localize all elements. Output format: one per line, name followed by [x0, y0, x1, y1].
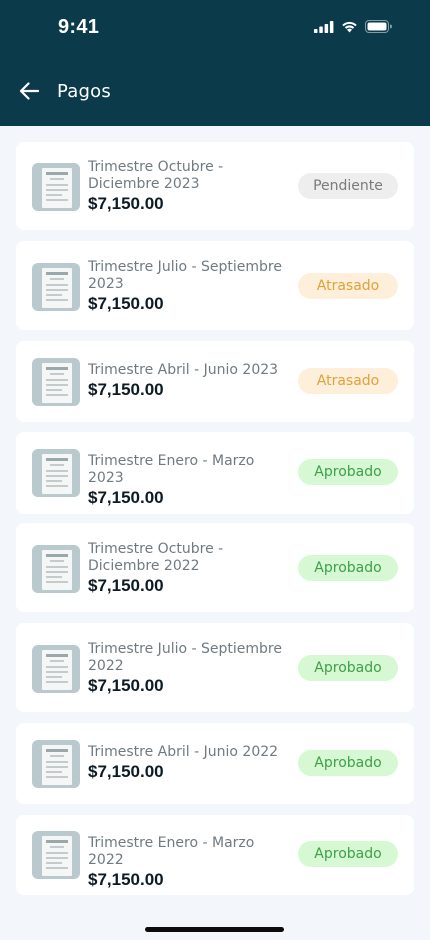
receipt-thumbnail-icon	[32, 263, 80, 311]
payment-amount: $7,150.00	[88, 380, 164, 399]
payment-card[interactable]: Trimestre Enero - Marzo 2023 $7,150.00 Apr…	[16, 432, 414, 514]
battery-icon	[365, 20, 392, 33]
payment-amount: $7,150.00	[88, 870, 164, 889]
nav-bar: Pagos	[18, 76, 412, 106]
receipt-thumbnail-icon	[32, 740, 80, 788]
payment-card[interactable]: Trimestre Enero - Marzo 2022 $7,150.00 Apr…	[16, 815, 414, 895]
status-badge: Atrasado	[298, 273, 398, 299]
payment-card[interactable]: Trimestre Octubre - Diciembre 2022 $7,150…	[16, 523, 414, 612]
payment-amount: $7,150.00	[88, 676, 164, 695]
payment-info: Trimestre Octubre - Diciembre 2023 $7,150…	[88, 159, 293, 214]
payment-period: Trimestre Abril - Junio 2022	[88, 744, 279, 760]
payment-info: Trimestre Enero - Marzo 2022 $7,150.00	[88, 835, 293, 890]
payment-info: Trimestre Julio - Septiembre 2023 $7,150.…	[88, 259, 293, 314]
payment-card[interactable]: Trimestre Abril - Junio 2022 $7,150.00 Apr…	[16, 723, 414, 804]
app-header: 9:41 Pagos	[0, 0, 430, 126]
back-button[interactable]	[18, 80, 40, 102]
status-badge: Atrasado	[298, 368, 398, 394]
receipt-thumbnail-icon	[32, 831, 80, 879]
payment-amount: $7,150.00	[88, 488, 164, 507]
payment-period: Trimestre Enero - Marzo 2023	[88, 453, 255, 486]
receipt-thumbnail-icon	[32, 163, 80, 211]
payment-amount: $7,150.00	[88, 762, 164, 781]
status-badge: Aprobado	[298, 655, 398, 681]
payment-period: Trimestre Julio - Septiembre 2023	[88, 259, 282, 292]
cellular-signal-icon	[314, 20, 334, 33]
payment-card[interactable]: Trimestre Abril - Junio 2023 $7,150.00 Atr…	[16, 341, 414, 422]
payment-card[interactable]: Trimestre Julio - Septiembre 2022 $7,150.…	[16, 623, 414, 712]
payment-period: Trimestre Octubre - Diciembre 2022	[88, 541, 224, 574]
status-badge: Pendiente	[298, 173, 398, 199]
payment-info: Trimestre Octubre - Diciembre 2022 $7,150…	[88, 541, 293, 596]
status-time: 9:41	[58, 16, 100, 38]
payment-info: Trimestre Abril - Junio 2022 $7,150.00	[88, 744, 293, 782]
page-title: Pagos	[57, 80, 111, 102]
payment-amount: $7,150.00	[88, 294, 164, 313]
status-badge: Aprobado	[298, 750, 398, 776]
payment-period: Trimestre Abril - Junio 2023	[88, 362, 279, 378]
arrow-left-icon	[19, 82, 39, 100]
receipt-thumbnail-icon	[32, 545, 80, 593]
receipt-thumbnail-icon	[32, 449, 80, 497]
status-bar: 9:41	[0, 0, 430, 58]
payment-info: Trimestre Julio - Septiembre 2022 $7,150.…	[88, 641, 293, 696]
payment-amount: $7,150.00	[88, 576, 164, 595]
payment-card[interactable]: Trimestre Octubre - Diciembre 2023 $7,150…	[16, 142, 414, 230]
payment-amount: $7,150.00	[88, 194, 164, 213]
wifi-icon	[342, 21, 357, 32]
payment-period: Trimestre Enero - Marzo 2022	[88, 835, 255, 868]
payment-period: Trimestre Octubre - Diciembre 2023	[88, 159, 224, 192]
status-badge: Aprobado	[298, 459, 398, 485]
status-badge: Aprobado	[298, 841, 398, 867]
receipt-thumbnail-icon	[32, 358, 80, 406]
status-badge: Aprobado	[298, 555, 398, 581]
status-icons	[314, 20, 392, 33]
payment-period: Trimestre Julio - Septiembre 2022	[88, 641, 282, 674]
home-indicator	[145, 927, 284, 932]
payment-info: Trimestre Enero - Marzo 2023 $7,150.00	[88, 453, 293, 508]
payment-info: Trimestre Abril - Junio 2023 $7,150.00	[88, 362, 293, 400]
receipt-thumbnail-icon	[32, 645, 80, 693]
payment-card[interactable]: Trimestre Julio - Septiembre 2023 $7,150.…	[16, 241, 414, 330]
